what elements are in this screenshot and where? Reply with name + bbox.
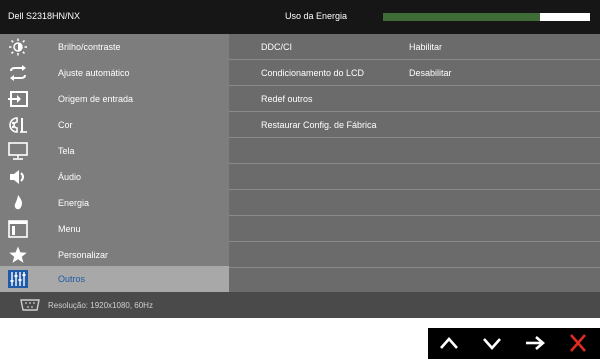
star-icon	[8, 246, 28, 264]
menu-row-ddc-ci[interactable]: DDC/CI Habilitar	[229, 34, 600, 60]
sidebar-item-label: Menu	[58, 224, 81, 234]
exit-button[interactable]	[557, 328, 600, 359]
menu-row-value: Habilitar	[409, 42, 443, 52]
sidebar-item-label: Personalizar	[58, 250, 109, 260]
menu-row-empty	[229, 164, 600, 190]
energy-usage-meter	[383, 13, 590, 21]
menu-row-label: DDC/CI	[261, 42, 292, 52]
sidebar-item-label: Cor	[58, 120, 73, 130]
menu-row-label: Redef outros	[261, 94, 313, 104]
osd-navigation-bar	[428, 328, 600, 359]
vga-connector-icon	[20, 299, 40, 311]
menu-row-value: Desabilitar	[409, 68, 452, 78]
input-source-icon	[8, 90, 28, 108]
menu-row-reset-others[interactable]: Redef outros	[229, 86, 600, 112]
menu-row-lcd-conditioning[interactable]: Condicionamento do LCD Desabilitar	[229, 60, 600, 86]
sidebar-item-display[interactable]: Tela	[0, 138, 229, 164]
brightness-icon	[8, 38, 28, 56]
osd-footer: Resolução: 1920x1080, 60Hz	[0, 292, 600, 318]
down-button[interactable]	[471, 328, 514, 359]
sliders-icon	[8, 270, 28, 288]
energy-usage-fill	[383, 13, 541, 21]
sidebar-item-label: Áudio	[58, 172, 82, 182]
sidebar-item-label: Energia	[58, 198, 90, 208]
sidebar-item-label: Origem de entrada	[58, 94, 134, 104]
sidebar-item-others[interactable]: Outros	[0, 266, 229, 292]
sidebar-item-color[interactable]: Cor	[0, 112, 229, 138]
sidebar-item-audio[interactable]: Áudio	[0, 164, 229, 190]
osd-submenu: DDC/CI Habilitar Condicionamento do LCD …	[229, 34, 600, 292]
menu-row-factory-reset[interactable]: Restaurar Config. de Fábrica	[229, 112, 600, 138]
osd-header: Dell S2318HN/NX Uso da Energia	[0, 0, 600, 34]
enter-button[interactable]	[514, 328, 557, 359]
sidebar-item-input-source[interactable]: Origem de entrada	[0, 86, 229, 112]
sidebar-item-personalize[interactable]: Personalizar	[0, 242, 229, 268]
sidebar-item-auto-adjust[interactable]: Ajuste automático	[0, 60, 229, 86]
menu-row-empty	[229, 138, 600, 164]
color-icon	[8, 116, 28, 134]
menu-row-empty	[229, 266, 600, 291]
sidebar-item-label: Brilho/contraste	[58, 42, 121, 52]
sidebar-item-power[interactable]: Energia	[0, 190, 229, 216]
resolution-info: Resolução: 1920x1080, 60Hz	[48, 301, 153, 310]
energy-usage-label: Uso da Energia	[285, 11, 348, 21]
up-button[interactable]	[428, 328, 471, 359]
speaker-icon	[8, 168, 28, 186]
menu-icon	[8, 220, 28, 238]
osd-sidebar: Brilho/contraste Ajuste automático Orige…	[0, 34, 229, 292]
power-icon	[8, 194, 28, 212]
sidebar-item-label: Ajuste automático	[58, 68, 130, 78]
menu-row-label: Condicionamento do LCD	[261, 68, 365, 78]
sidebar-item-menu[interactable]: Menu	[0, 216, 229, 242]
model-name: Dell S2318HN/NX	[8, 11, 81, 21]
auto-adjust-icon	[8, 64, 28, 82]
display-icon	[8, 142, 28, 160]
menu-row-empty	[229, 242, 600, 268]
monitor-osd: Dell S2318HN/NX Uso da Energia Brilho/co…	[0, 0, 600, 318]
sidebar-item-label: Tela	[58, 146, 75, 156]
sidebar-item-brightness-contrast[interactable]: Brilho/contraste	[0, 34, 229, 60]
menu-row-empty	[229, 216, 600, 242]
sidebar-item-label: Outros	[58, 274, 86, 284]
menu-row-label: Restaurar Config. de Fábrica	[261, 120, 377, 130]
menu-row-empty	[229, 190, 600, 216]
